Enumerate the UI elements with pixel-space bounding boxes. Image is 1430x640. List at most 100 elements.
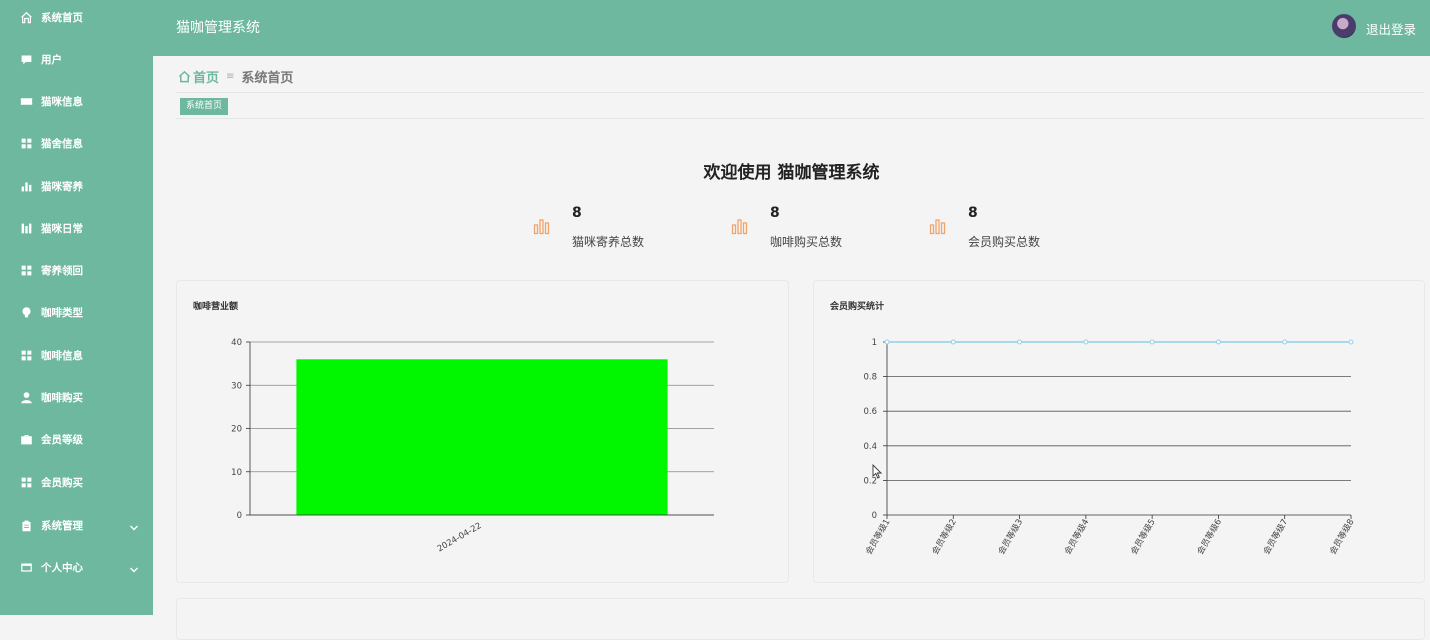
coffee-revenue-chart: 0 10 20 30 40 2024-04-22: [231, 338, 714, 554]
x-tick-label: 会员等级1: [863, 517, 892, 557]
chevron-down-icon: [129, 518, 139, 531]
mouse-cursor-icon: [872, 464, 882, 479]
x-tick-label: 会员等级3: [996, 517, 1025, 557]
sidebar-item-cat-daily[interactable]: 猫咪日常: [0, 207, 153, 249]
user-icon: [19, 390, 33, 404]
sidebar-item-coffee-purchase[interactable]: 咖啡购买: [0, 376, 153, 418]
x-tick-label: 会员等级5: [1129, 517, 1158, 557]
sidebar-item-label: 咖啡类型: [41, 306, 83, 319]
bar-chart-icon: [533, 218, 550, 239]
x-tick-label: 会员等级8: [1327, 517, 1356, 557]
sidebar-item-coffee-type[interactable]: 咖啡类型: [0, 291, 153, 333]
briefcase-icon: [19, 432, 33, 446]
card-icon: [19, 560, 33, 574]
grid-icon: [19, 348, 33, 362]
grid-icon: [19, 475, 33, 489]
data-point: [1083, 339, 1089, 345]
stat-label: 会员购买总数: [968, 235, 1041, 249]
x-tick-label: 会员等级6: [1195, 517, 1224, 557]
sidebar-item-member-level[interactable]: 会员等级: [0, 418, 153, 460]
y-tick-label: 0: [237, 511, 242, 521]
sidebar-item-member-purchase[interactable]: 会员购买: [0, 461, 153, 503]
data-point: [950, 339, 956, 345]
sidebar-item-label: 用户: [41, 53, 62, 66]
y-tick-label: 0.8: [863, 373, 877, 383]
stat-label: 咖啡购买总数: [770, 235, 843, 249]
sidebar: 系统首页 用户 猫咪信息 猫舍信息 猫咪寄养 猫咪日常 寄养领回 咖啡类型 咖啡…: [0, 0, 153, 615]
bottom-card: [176, 598, 1425, 640]
sidebar-item-users[interactable]: 用户: [0, 38, 153, 80]
sidebar-item-label: 会员购买: [41, 476, 83, 489]
y-tick-label: 40: [231, 338, 242, 348]
sidebar-item-coffee-info[interactable]: 咖啡信息: [0, 334, 153, 376]
app-title: 猫咖管理系统: [176, 20, 260, 36]
sidebar-item-label: 会员等级: [41, 433, 83, 446]
column-icon: [19, 221, 33, 235]
sidebar-item-label: 咖啡信息: [41, 349, 83, 362]
y-tick-label: 10: [231, 468, 242, 478]
sidebar-item-label: 猫咪信息: [41, 95, 83, 108]
stat-value: 8: [770, 205, 780, 221]
y-tick-label: 30: [231, 381, 242, 391]
sidebar-item-label: 咖啡购买: [41, 391, 83, 404]
data-point: [1348, 339, 1354, 345]
breadcrumb-current: 系统首页: [241, 71, 294, 86]
bar: [296, 359, 668, 515]
home-icon: [19, 10, 33, 24]
divider: [176, 92, 1424, 93]
chevron-down-icon: [129, 560, 139, 573]
data-point: [884, 339, 890, 345]
tab-tag-home[interactable]: 系统首页: [180, 98, 229, 115]
sidebar-item-label: 猫咪日常: [41, 222, 83, 235]
coffee-revenue-card: 咖啡营业额 0 10 20 30 40 2024-04-22: [176, 280, 789, 583]
breadcrumb-home-link[interactable]: 首页: [193, 67, 219, 86]
grid-icon: [19, 136, 33, 150]
stat-value: 8: [968, 205, 978, 221]
data-point: [1017, 339, 1023, 345]
logout-button[interactable]: 退出登录: [1366, 19, 1416, 38]
sidebar-item-label: 系统管理: [41, 519, 83, 532]
stat-member-purchase-total: 8 会员购买总数: [929, 205, 1079, 253]
y-tick-label: 20: [231, 425, 242, 435]
top-header: 猫咖管理系统 退出登录: [153, 0, 1430, 56]
stat-cat-boarding-total: 8 猫咪寄养总数: [533, 205, 683, 253]
sidebar-item-boarding-return[interactable]: 寄养领回: [0, 249, 153, 291]
avatar[interactable]: [1332, 14, 1356, 38]
sidebar-item-personal-center[interactable]: 个人中心: [0, 546, 153, 588]
sidebar-item-label: 个人中心: [41, 561, 83, 574]
breadcrumb: 首页 ≡ 系统首页: [178, 67, 293, 86]
grid-icon: [19, 263, 33, 277]
clipboard-icon: [19, 518, 33, 532]
bar-chart-icon: [731, 218, 748, 239]
sidebar-item-cat-info[interactable]: 猫咪信息: [0, 80, 153, 122]
chat-icon: [19, 52, 33, 66]
sidebar-item-home[interactable]: 系统首页: [0, 0, 153, 38]
welcome-heading: 欢迎使用 猫咖管理系统: [703, 163, 880, 183]
data-point: [1215, 339, 1221, 345]
y-tick-label: 0.6: [863, 407, 877, 417]
ticket-icon: [19, 94, 33, 108]
x-tick-label: 会员等级4: [1062, 517, 1091, 557]
x-tick-label: 会员等级2: [930, 517, 959, 557]
y-tick-label: 1: [872, 338, 877, 348]
y-tick-label: 0: [872, 511, 877, 521]
sidebar-item-label: 猫舍信息: [41, 137, 83, 150]
member-purchase-card: 会员购买统计 0 0.2 0.4 0.6 0.8 1 会员等级1 会员等级2 会员等级3 会员等级…: [813, 280, 1425, 583]
bar-chart-icon: [929, 218, 946, 239]
stat-coffee-purchase-total: 8 咖啡购买总数: [731, 205, 881, 253]
stat-label: 猫咪寄养总数: [572, 235, 645, 249]
x-tick-label: 会员等级7: [1261, 517, 1290, 557]
y-tick-label: 0.4: [863, 442, 877, 452]
sidebar-item-label: 系统首页: [41, 11, 83, 24]
data-point: [1149, 339, 1155, 345]
home-icon: [178, 70, 191, 83]
stat-value: 8: [572, 205, 582, 221]
breadcrumb-separator: ≡: [226, 71, 235, 82]
sidebar-item-label: 寄养领回: [41, 264, 83, 277]
x-tick-label: 2024-04-22: [436, 521, 484, 554]
sidebar-item-system-management[interactable]: 系统管理: [0, 504, 153, 546]
bulb-icon: [19, 305, 33, 319]
data-point: [1282, 339, 1288, 345]
divider: [176, 118, 1424, 119]
member-purchase-chart: 00.20.40.60.81会员等级1 会员等级2 会员等级3 会员等级4 会员等级5 会…: [863, 338, 1356, 557]
